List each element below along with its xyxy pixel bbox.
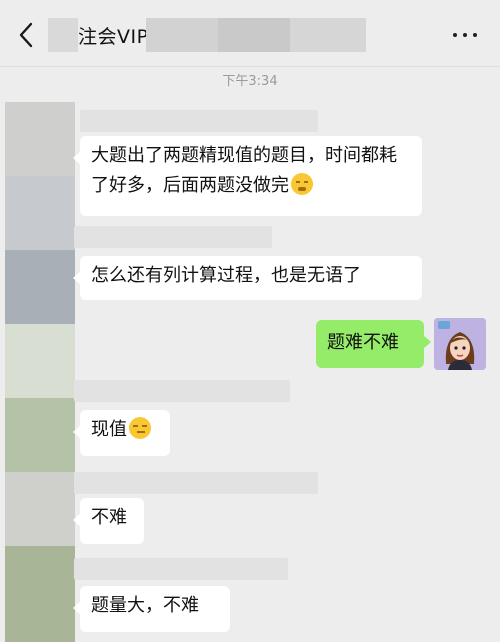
message-bubble[interactable]: 题量大，不难	[73, 586, 230, 632]
avatar[interactable]	[5, 398, 75, 472]
sender-name-redacted	[74, 558, 288, 580]
sender-name-redacted	[74, 226, 272, 248]
redaction-block	[146, 18, 218, 52]
message-text: 题难不难	[327, 332, 399, 353]
chat-header: 注会VIP	[0, 0, 500, 67]
message-text: 怎么还有列计算过程，也是无语了	[91, 265, 361, 286]
message-bubble[interactable]: 大题出了两题精现值的题目，时间都耗了好多，后面两题没做完	[73, 136, 422, 216]
avatar[interactable]	[5, 472, 75, 546]
avatar[interactable]	[5, 102, 75, 176]
sender-name-redacted	[74, 380, 290, 402]
message-timestamp: 下午3:34	[222, 74, 278, 89]
more-dots-icon	[473, 33, 477, 37]
message-bubble[interactable]: 不难	[73, 498, 144, 544]
crying-face-emoji	[291, 173, 313, 195]
message-text: 现值	[91, 419, 127, 440]
message-bubble[interactable]: 现值	[73, 410, 170, 456]
avatar[interactable]	[5, 250, 75, 324]
sender-name-redacted	[80, 110, 318, 132]
more-dots-icon	[463, 33, 467, 37]
avatar[interactable]	[5, 324, 75, 398]
smirk-face-emoji	[129, 417, 151, 439]
my-avatar[interactable]	[434, 318, 486, 370]
message-text: 题量大，不难	[91, 595, 199, 616]
message-text: 不难	[91, 507, 127, 528]
chat-title: 注会VIP	[78, 26, 149, 48]
avatar[interactable]	[5, 176, 75, 250]
avatar[interactable]	[5, 546, 75, 642]
sender-avatars-redacted	[5, 102, 75, 642]
my-message-bubble[interactable]: 题难不难	[316, 320, 431, 368]
chat-title-area: 注会VIP	[48, 18, 366, 52]
chevron-left-icon	[19, 22, 33, 48]
redaction-block	[48, 18, 78, 52]
redaction-block	[290, 18, 366, 52]
message-text: 大题出了两题精现值的题目，时间都耗了好多，后面两题没做完	[91, 145, 397, 196]
sender-name-redacted	[74, 472, 318, 494]
back-button[interactable]	[14, 20, 40, 50]
message-bubble[interactable]: 怎么还有列计算过程，也是无语了	[73, 256, 422, 300]
more-button[interactable]	[452, 24, 478, 44]
girl-avatar-icon	[434, 318, 486, 370]
redaction-block	[218, 18, 290, 52]
more-dots-icon	[453, 33, 457, 37]
